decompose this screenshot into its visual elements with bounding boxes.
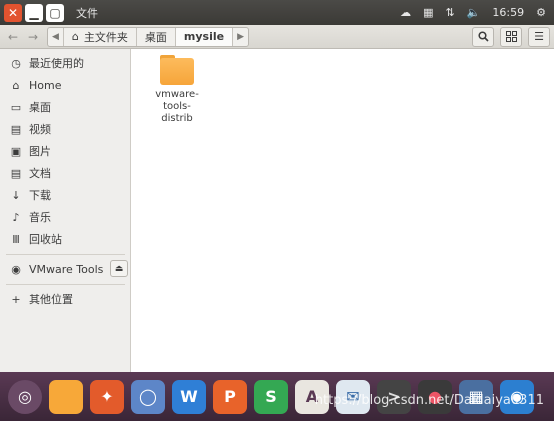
sidebar-item-label: 文档	[29, 167, 51, 180]
arrow-left-icon: ←	[7, 29, 19, 44]
chromium-icon[interactable]: ◯	[131, 379, 165, 414]
sidebar-item-label: VMware Tools	[29, 262, 104, 276]
window-title: 文件	[76, 6, 98, 20]
toolbar: ← → ◀ ⌂ 主文件夹 桌面 mysile ▶ ☰	[0, 25, 554, 49]
keyboard-icon[interactable]: ▦	[423, 6, 433, 19]
sidebar-item-label: 最近使用的	[29, 57, 84, 70]
sidebar-item-desktop[interactable]: ▭ 桌面	[0, 97, 131, 117]
chevron-left-icon[interactable]: ◀	[48, 27, 64, 46]
sidebar-item-home[interactable]: ⌂ Home	[0, 75, 131, 95]
sidebar-item-label: 图片	[29, 145, 51, 158]
desktop-icon: ▭	[10, 100, 22, 114]
watermark: https://blog.csdn.net/Daidaiya0311	[314, 393, 544, 408]
breadcrumb-desktop[interactable]: 桌面	[137, 27, 176, 46]
hamburger-icon: ☰	[534, 30, 544, 43]
trash-icon: Ⅲ	[12, 232, 20, 246]
clock-icon: ◷	[11, 56, 21, 70]
menu-button[interactable]: ☰	[528, 26, 550, 47]
grid-icon	[505, 31, 517, 42]
wps-spreadsheet-icon[interactable]: S	[254, 379, 288, 414]
firefox-icon[interactable]: ✦	[90, 379, 124, 414]
top-panel: ✕ ▁ ▢ 文件 ☁ ▦ ⇅ 🔈 16:59 ⚙	[0, 0, 554, 25]
minimize-icon[interactable]: ▁	[25, 3, 43, 22]
sidebar-item-vmware-tools[interactable]: ◉ VMware Tools ⏏	[0, 259, 131, 279]
sidebar-divider	[6, 284, 125, 285]
sidebar-item-label: 视频	[29, 123, 51, 136]
files-icon[interactable]	[49, 379, 83, 414]
close-icon[interactable]: ✕	[4, 3, 22, 22]
dropbox-icon[interactable]: ☁	[400, 6, 411, 19]
film-icon: ▤	[10, 122, 22, 136]
breadcrumb-current[interactable]: mysile	[175, 27, 234, 46]
arrow-right-icon: →	[27, 29, 39, 44]
sidebar-item-pictures[interactable]: ▣ 图片	[0, 141, 131, 161]
volume-icon[interactable]: 🔈	[467, 6, 481, 19]
view-toggle-button[interactable]	[500, 26, 522, 47]
breadcrumb-home[interactable]: ⌂ 主文件夹	[64, 27, 137, 46]
sidebar-item-label: 桌面	[29, 101, 51, 114]
search-icon	[477, 31, 489, 42]
home-icon: ⌂	[12, 78, 20, 92]
sidebar: ◷ 最近使用的 ⌂ Home ▭ 桌面 ▤ 视频 ▣ 图片 ▤ 文档 ↓ 下载 …	[0, 49, 131, 372]
sidebar-item-label: 下载	[29, 189, 51, 202]
file-name: vmware-tools-distrib	[155, 89, 199, 124]
search-button[interactable]	[472, 26, 494, 47]
gear-icon[interactable]: ⚙	[536, 6, 546, 19]
ubuntu-icon[interactable]: ◎	[8, 379, 42, 414]
sidebar-item-trash[interactable]: Ⅲ 回收站	[0, 229, 131, 249]
sidebar-item-label: 其他位置	[29, 293, 73, 306]
maximize-icon[interactable]: ▢	[46, 3, 64, 22]
sidebar-item-label: 音乐	[29, 211, 51, 224]
disc-icon: ◉	[11, 262, 21, 276]
sidebar-item-label: Home	[29, 78, 62, 92]
sidebar-item-recent[interactable]: ◷ 最近使用的	[0, 53, 131, 73]
folder-icon	[160, 55, 194, 85]
back-button[interactable]: ←	[3, 27, 23, 47]
wps-presentation-icon[interactable]: P	[213, 379, 247, 414]
sidebar-divider	[6, 254, 125, 255]
picture-icon: ▣	[10, 144, 22, 158]
clock[interactable]: 16:59	[492, 6, 524, 19]
forward-button[interactable]: →	[23, 27, 43, 47]
download-icon: ↓	[11, 188, 21, 202]
breadcrumb-label: 主文件夹	[83, 30, 128, 44]
home-icon: ⌂	[71, 30, 79, 43]
sidebar-item-downloads[interactable]: ↓ 下载	[0, 185, 131, 205]
system-tray: ☁ ▦ ⇅ 🔈 16:59 ⚙	[400, 6, 554, 19]
sidebar-item-music[interactable]: ♪ 音乐	[0, 207, 131, 227]
plus-icon: +	[11, 292, 21, 306]
network-icon[interactable]: ⇅	[446, 6, 455, 19]
wps-writer-icon[interactable]: W	[172, 379, 206, 414]
chevron-right-icon[interactable]: ▶	[233, 28, 248, 46]
sidebar-item-documents[interactable]: ▤ 文档	[0, 163, 131, 183]
sidebar-item-other-locations[interactable]: + 其他位置	[0, 289, 131, 309]
sidebar-item-label: 回收站	[29, 233, 62, 246]
file-view[interactable]: vmware-tools-distrib	[132, 49, 554, 372]
file-item[interactable]: vmware-tools-distrib	[142, 55, 212, 125]
eject-icon[interactable]: ⏏	[110, 260, 128, 277]
document-icon: ▤	[10, 166, 22, 180]
music-icon: ♪	[12, 210, 20, 224]
breadcrumb: ◀ ⌂ 主文件夹 桌面 mysile ▶	[47, 26, 250, 47]
sidebar-item-videos[interactable]: ▤ 视频	[0, 119, 131, 139]
